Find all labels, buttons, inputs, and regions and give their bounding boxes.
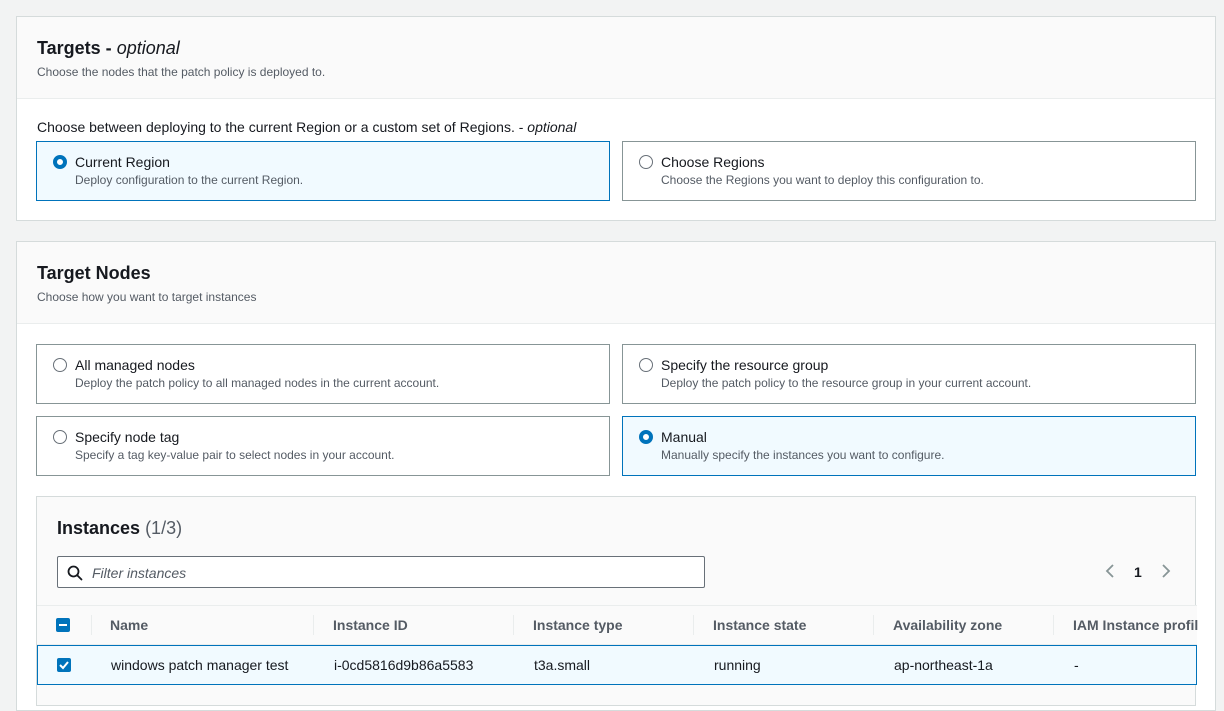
filter-instances-input[interactable] xyxy=(90,562,694,584)
cell-iam-instance-profile: - xyxy=(1074,657,1079,673)
page-number[interactable]: 1 xyxy=(1134,564,1142,580)
column-divider[interactable] xyxy=(1053,615,1054,635)
instances-title: Instances (1/3) xyxy=(57,518,183,538)
column-header-name[interactable]: Name xyxy=(110,617,148,633)
radio-empty-icon[interactable] xyxy=(639,358,653,372)
option-description: Deploy the patch policy to the resource … xyxy=(661,376,1032,390)
targets-title: Targets - optional xyxy=(37,38,180,58)
target-nodes-header: Target Nodes Choose how you want to targ… xyxy=(17,242,1215,324)
radio-selected-icon[interactable] xyxy=(53,155,67,169)
target-nodes-description: Choose how you want to target instances xyxy=(37,290,257,304)
instances-count: (1/3) xyxy=(145,518,183,538)
option-title: Specify the resource group xyxy=(661,357,829,373)
column-header-instance-type[interactable]: Instance type xyxy=(533,617,622,633)
column-divider[interactable] xyxy=(313,615,314,635)
option-all-managed-nodes[interactable]: All managed nodes Deploy the patch polic… xyxy=(36,344,610,404)
option-resource-group[interactable]: Specify the resource group Deploy the pa… xyxy=(622,344,1196,404)
column-divider[interactable] xyxy=(873,615,874,635)
column-header-instance-state[interactable]: Instance state xyxy=(713,617,806,633)
option-node-tag[interactable]: Specify node tag Specify a tag key-value… xyxy=(36,416,610,476)
region-choice-label: Choose between deploying to the current … xyxy=(37,119,577,135)
target-nodes-title: Target Nodes xyxy=(37,263,151,283)
option-description: Deploy configuration to the current Regi… xyxy=(75,173,304,187)
chevron-right-icon[interactable] xyxy=(1160,563,1172,579)
table-row[interactable]: windows patch manager test i-0cd5816d9b8… xyxy=(37,645,1197,685)
column-header-instance-id[interactable]: Instance ID xyxy=(333,617,408,633)
radio-empty-icon[interactable] xyxy=(53,358,67,372)
chevron-left-icon[interactable] xyxy=(1104,563,1116,579)
cell-instance-id: i-0cd5816d9b86a5583 xyxy=(334,657,474,673)
column-divider xyxy=(91,615,92,635)
radio-empty-icon[interactable] xyxy=(639,155,653,169)
option-title: All managed nodes xyxy=(75,357,195,373)
search-icon xyxy=(67,565,83,581)
option-title: Choose Regions xyxy=(661,154,765,170)
option-description: Deploy the patch policy to all managed n… xyxy=(75,376,440,390)
column-header-iam-instance-profile[interactable]: IAM Instance profil xyxy=(1073,617,1198,633)
cell-availability-zone: ap-northeast-1a xyxy=(894,657,993,673)
cell-instance-state: running xyxy=(714,657,761,673)
option-title: Manual xyxy=(661,429,707,445)
option-description: Specify a tag key-value pair to select n… xyxy=(75,448,395,462)
cell-instance-type: t3a.small xyxy=(534,657,591,673)
table-header: Name Instance ID Instance type Instance … xyxy=(37,605,1198,645)
option-description: Choose the Regions you want to deploy th… xyxy=(661,173,984,187)
targets-description: Choose the nodes that the patch policy i… xyxy=(37,65,326,79)
option-title: Current Region xyxy=(75,154,170,170)
cell-name: windows patch manager test xyxy=(111,657,289,673)
checkbox-checked-icon[interactable] xyxy=(57,658,71,672)
option-description: Manually specify the instances you want … xyxy=(661,448,945,462)
option-current-region[interactable]: Current Region Deploy configuration to t… xyxy=(36,141,610,201)
column-divider[interactable] xyxy=(693,615,694,635)
column-header-availability-zone[interactable]: Availability zone xyxy=(893,617,1002,633)
targets-header: Targets - optional Choose the nodes that… xyxy=(17,17,1215,99)
instances-container: Instances (1/3) 1 Name Instance ID Insta… xyxy=(36,496,1198,706)
option-manual[interactable]: Manual Manually specify the instances yo… xyxy=(622,416,1196,476)
option-choose-regions[interactable]: Choose Regions Choose the Regions you wa… xyxy=(622,141,1196,201)
filter-instances-input-wrapper[interactable] xyxy=(57,556,705,588)
radio-selected-icon[interactable] xyxy=(639,430,653,444)
column-divider[interactable] xyxy=(513,615,514,635)
option-title: Specify node tag xyxy=(75,429,180,445)
radio-empty-icon[interactable] xyxy=(53,430,67,444)
checkbox-indeterminate-icon[interactable] xyxy=(56,618,70,632)
